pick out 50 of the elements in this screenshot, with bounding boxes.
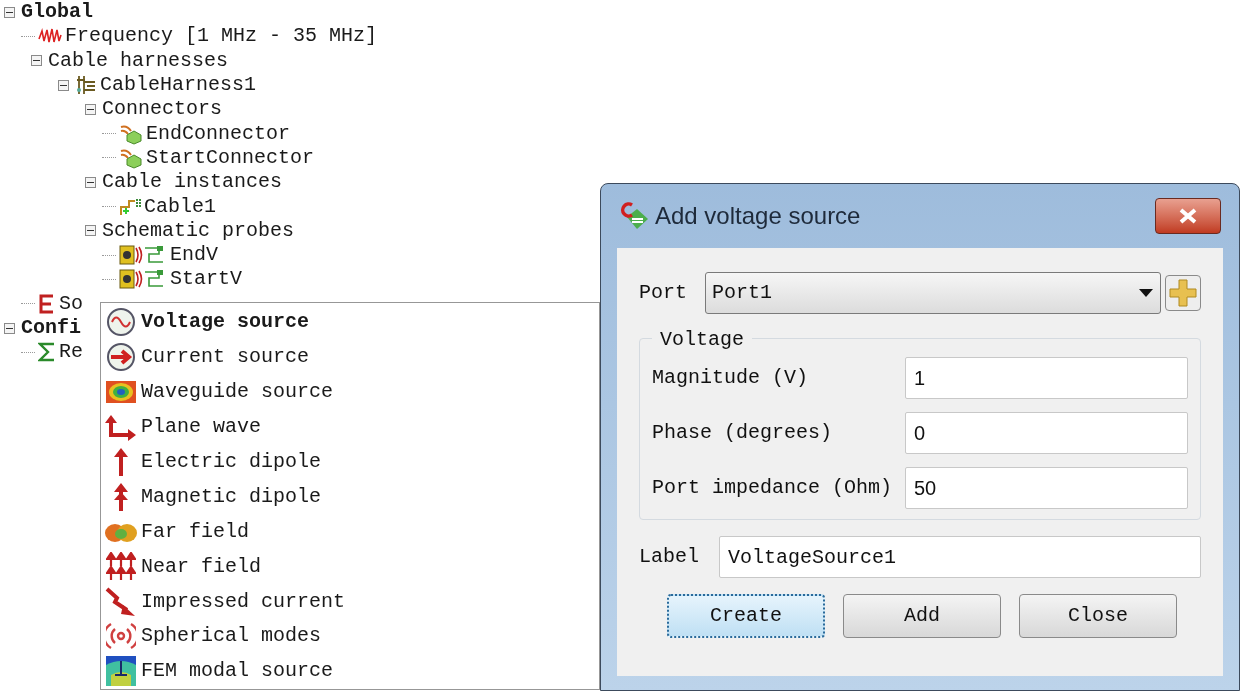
sigma-icon — [38, 342, 56, 363]
collapse-toggle[interactable] — [4, 322, 15, 334]
add-port-button[interactable] — [1165, 275, 1201, 311]
menu-item[interactable]: Plane wave — [101, 409, 599, 445]
field-label: Magnitude (V) — [652, 365, 810, 391]
collapse-toggle[interactable] — [58, 79, 69, 91]
menu-item[interactable]: Electric dipole — [101, 444, 599, 480]
text-field[interactable]: 0 — [905, 412, 1188, 454]
window-title: Add voltage source — [655, 201, 862, 231]
letter-e-icon — [38, 293, 56, 314]
field-label: Label — [639, 544, 700, 570]
dropdown-arrow-icon — [1138, 288, 1154, 298]
field-label: Port — [639, 280, 688, 306]
menu-item[interactable]: Magnetic dipole — [101, 479, 599, 515]
waveguide-icon — [105, 380, 137, 405]
menu-item[interactable]: FEM modal source — [101, 653, 599, 689]
collapse-toggle[interactable] — [85, 103, 96, 115]
menu-item[interactable]: Far field — [101, 514, 599, 550]
menu-item[interactable]: Impressed current — [101, 584, 599, 619]
up-arrow-icon — [111, 447, 131, 477]
close-icon — [1178, 208, 1198, 224]
collapse-toggle[interactable] — [85, 176, 96, 188]
field-label: Port impedance (Ohm) — [652, 475, 894, 501]
text-field[interactable]: 1 — [905, 357, 1188, 399]
app-logo-icon — [619, 201, 649, 231]
rings-icon — [106, 621, 136, 652]
label-field[interactable]: VoltageSource1 — [719, 536, 1201, 578]
arrow-circle-icon — [106, 342, 136, 373]
double-arrow-icon — [111, 481, 131, 512]
port-dropdown[interactable]: Port1 — [705, 272, 1161, 314]
fem-mode-icon — [105, 655, 137, 688]
arrow-grid-icon — [106, 551, 136, 582]
field-label: Phase (degrees) — [652, 420, 834, 446]
menu-item[interactable]: Near field — [101, 549, 599, 585]
close-button[interactable] — [1155, 198, 1221, 234]
dialog-button[interactable]: Create — [667, 594, 825, 638]
zigzag-arrow-icon — [105, 585, 137, 618]
sine-circle-icon — [106, 307, 136, 338]
menu-item[interactable]: Current source — [101, 339, 599, 375]
menu-item[interactable]: Waveguide source — [101, 374, 599, 410]
collapse-toggle[interactable] — [85, 225, 96, 237]
collapse-toggle[interactable] — [31, 55, 42, 67]
cable-icon — [119, 196, 141, 217]
dialog-button[interactable]: Add — [843, 594, 1001, 638]
text-field[interactable]: 50 — [905, 467, 1188, 509]
menu-item[interactable]: Voltage source — [101, 305, 599, 340]
dialog-button[interactable]: Close — [1019, 594, 1177, 638]
harness-icon — [75, 74, 97, 97]
menu-item[interactable]: Spherical modes — [101, 619, 599, 654]
collapse-toggle[interactable] — [4, 6, 15, 18]
